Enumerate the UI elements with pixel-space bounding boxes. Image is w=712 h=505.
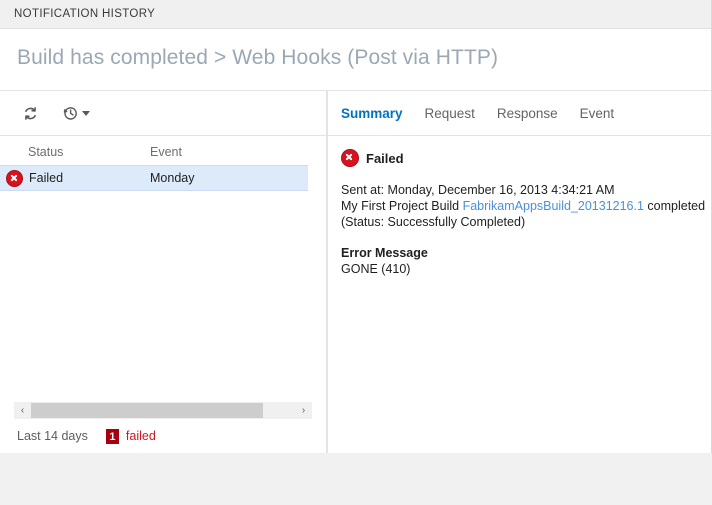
- titlebar: NOTIFICATION HISTORY: [0, 0, 711, 29]
- history-list-pane: Status Event Failed Monday ‹ › Last 14 d…: [0, 90, 327, 453]
- list-status-bar: Last 14 days 1 failed: [0, 419, 326, 453]
- details-tabs: Summary Request Response Event: [328, 90, 711, 136]
- titlebar-text: NOTIFICATION HISTORY: [14, 8, 156, 20]
- error-icon: [6, 169, 23, 187]
- row-status-label: Failed: [29, 171, 64, 185]
- horizontal-scrollbar[interactable]: ‹ ›: [14, 402, 312, 419]
- breadcrumb: Build has completed > Web Hooks (Post vi…: [17, 46, 499, 69]
- row-event-cell: Monday: [150, 171, 195, 185]
- scrollbar-thumb[interactable]: [31, 403, 264, 418]
- history-clock-icon: [61, 104, 79, 122]
- build-link[interactable]: FabrikamAppsBuild_20131216.1: [463, 199, 644, 213]
- summary-body-prefix: My First Project Build: [341, 199, 463, 213]
- list-toolbar: [0, 90, 326, 136]
- error-message-title: Error Message: [341, 246, 428, 260]
- summary-status-label: Failed: [366, 150, 404, 166]
- refresh-icon: [22, 105, 39, 122]
- list-body: Failed Monday: [0, 165, 326, 402]
- column-header-status: Status: [28, 145, 64, 159]
- error-icon: [341, 149, 359, 167]
- scrollbar-track[interactable]: [31, 402, 295, 419]
- scroll-left-arrow-icon[interactable]: ‹: [14, 402, 31, 419]
- error-message-value: GONE (410): [341, 262, 411, 276]
- failed-count-badge: 1: [105, 428, 119, 444]
- summary-body: My First Project Build FabrikamAppsBuild…: [341, 198, 711, 230]
- scroll-right-arrow-icon[interactable]: ›: [295, 402, 312, 419]
- history-range-dropdown[interactable]: [61, 104, 90, 122]
- date-range-label: Last 14 days: [17, 429, 88, 443]
- summary-status: Failed: [341, 149, 711, 167]
- failed-summary[interactable]: 1 failed: [105, 428, 156, 444]
- tab-request[interactable]: Request: [425, 106, 475, 121]
- column-header-event: Event: [150, 145, 182, 159]
- notification-history-dialog: NOTIFICATION HISTORY Build has completed…: [0, 0, 712, 453]
- summary-panel: Failed Sent at: Monday, December 16, 201…: [328, 136, 711, 277]
- tab-summary[interactable]: Summary: [341, 106, 403, 121]
- sent-at-line: Sent at: Monday, December 16, 2013 4:34:…: [341, 183, 615, 197]
- chevron-down-icon: [82, 110, 90, 116]
- tab-response[interactable]: Response: [497, 106, 558, 121]
- row-status-cell: Failed: [0, 169, 150, 187]
- details-pane: Summary Request Response Event Failed Se…: [327, 90, 711, 453]
- failed-label: failed: [125, 429, 156, 443]
- refresh-button[interactable]: [22, 105, 39, 122]
- table-row[interactable]: Failed Monday: [0, 165, 308, 191]
- list-column-headers: Status Event: [0, 136, 326, 165]
- tab-event[interactable]: Event: [580, 106, 615, 121]
- body-split: Status Event Failed Monday ‹ › Last 14 d…: [0, 90, 711, 453]
